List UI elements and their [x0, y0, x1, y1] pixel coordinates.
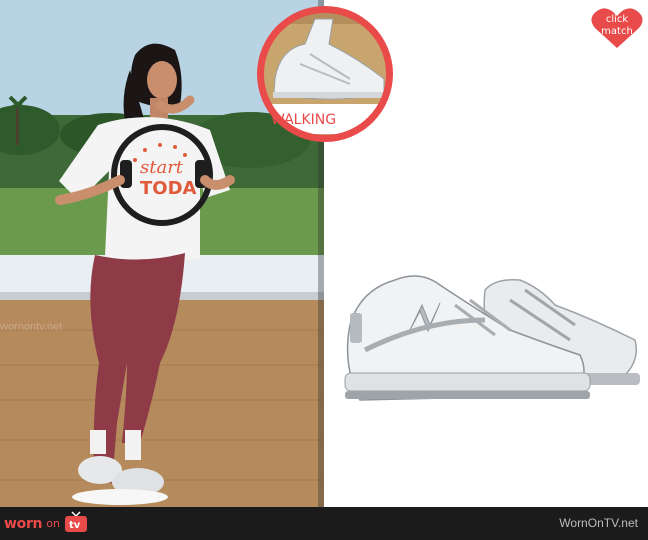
- shirt-text-today: TODA: [140, 178, 197, 199]
- tv-icon: tv: [64, 510, 88, 538]
- site-logo[interactable]: worn on tv: [4, 510, 88, 538]
- footer-bar: worn on tv WornOnTV.net: [0, 507, 648, 540]
- heart-badge-label: click match: [590, 14, 644, 38]
- inset-caption: WALKING: [271, 112, 336, 128]
- watermark-text: wornontv.net: [0, 321, 62, 333]
- badge-line2: match: [601, 26, 633, 37]
- badge-line1: click: [605, 14, 629, 25]
- logo-worn-text: worn: [4, 516, 43, 532]
- inset-circle: WALKING: [255, 4, 395, 144]
- site-url[interactable]: WornOnTV.net: [559, 516, 638, 530]
- logo-on-text: on: [46, 517, 60, 530]
- product-image-sneakers[interactable]: [335, 255, 645, 425]
- shirt-text-start: start: [140, 157, 184, 178]
- logo-tv-text: tv: [69, 520, 81, 531]
